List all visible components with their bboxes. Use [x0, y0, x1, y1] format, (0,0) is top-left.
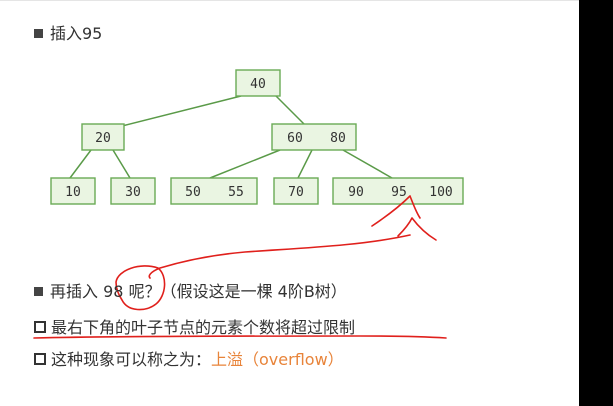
edge-60-50	[209, 149, 281, 179]
leaf-90-95-100: 90 95 100	[332, 177, 464, 205]
right-black-bar	[579, 0, 613, 406]
key-30: 30	[125, 185, 141, 200]
question-line: 再插入 98 呢？（假设这是一棵 4阶B树）	[34, 278, 347, 302]
explanation-text: 最右下角的叶子节点的元素个数将超过限制	[51, 318, 356, 337]
slide: 插入95 40 20 60 80 10 30 50 55 70 90 95 10…	[0, 0, 579, 406]
node-root: 40	[235, 69, 281, 97]
key-95: 95	[391, 185, 407, 200]
edge-20-30	[112, 149, 131, 179]
key-10: 10	[65, 185, 81, 200]
key-root-0: 40	[250, 77, 266, 92]
hollow-square-bullet-icon	[34, 353, 46, 365]
annotation-curve-line	[148, 234, 411, 279]
edge-20-10	[69, 149, 92, 179]
key-20: 20	[95, 131, 111, 146]
question-value: 98	[103, 282, 124, 301]
leaf-30: 30	[110, 177, 156, 205]
edge-80-90	[342, 149, 393, 179]
definition-line: 这种现象可以称之为：上溢（overflow）	[34, 346, 344, 370]
edge-60-70	[297, 149, 313, 179]
edge-root-right	[275, 95, 307, 127]
square-bullet-icon	[34, 287, 43, 296]
overflow-term: 上溢（overflow）	[211, 350, 344, 369]
key-80: 80	[330, 131, 346, 146]
key-90: 90	[348, 185, 364, 200]
definition-prefix: 这种现象可以称之为：	[51, 350, 212, 369]
leaf-50-55: 50 55	[170, 177, 258, 205]
node-60-80: 60 80	[271, 123, 357, 151]
question-suffix: 呢？（假设这是一棵 4阶B树）	[128, 282, 347, 301]
key-100: 100	[429, 185, 452, 200]
leaf-70: 70	[273, 177, 319, 205]
key-55: 55	[228, 185, 244, 200]
question-prefix: 再插入	[50, 282, 99, 301]
edge-root-left	[121, 95, 242, 127]
explanation-line: 最右下角的叶子节点的元素个数将超过限制	[34, 314, 355, 338]
key-60: 60	[287, 131, 303, 146]
key-70: 70	[288, 185, 304, 200]
key-50: 50	[185, 185, 201, 200]
leaf-10: 10	[50, 177, 96, 205]
hollow-square-bullet-icon	[34, 321, 46, 333]
node-20: 20	[81, 123, 125, 151]
